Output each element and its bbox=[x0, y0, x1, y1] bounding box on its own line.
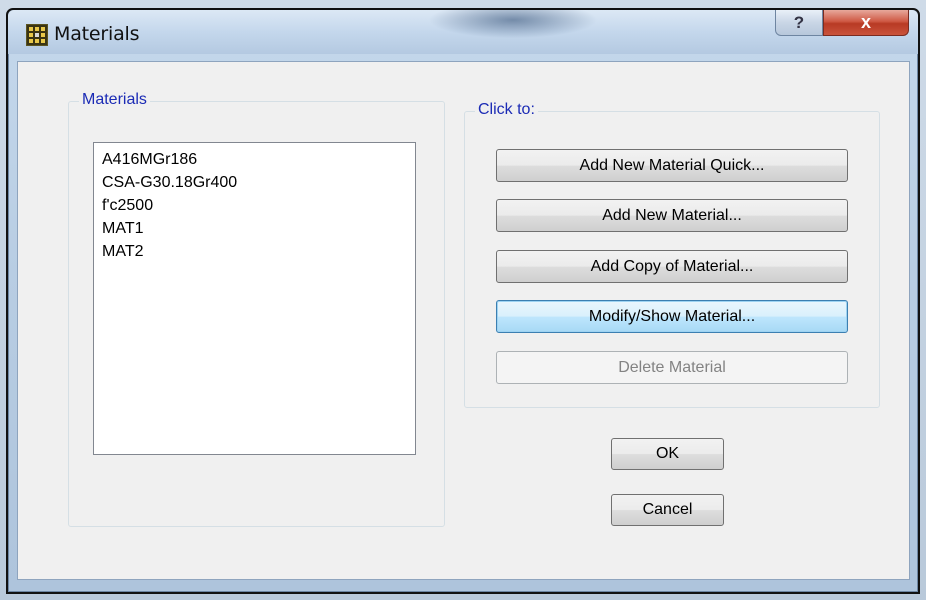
list-item[interactable]: MAT1 bbox=[102, 217, 415, 240]
add-copy-of-material-button[interactable]: Add Copy of Material... bbox=[496, 250, 848, 283]
click-to-group-label: Click to: bbox=[475, 101, 538, 119]
close-icon[interactable]: x bbox=[823, 10, 909, 36]
title-bar[interactable]: Materials ? x bbox=[8, 10, 918, 54]
materials-group-label: Materials bbox=[79, 91, 150, 109]
materials-listbox[interactable]: A416MGr186 CSA-G30.18Gr400 f'c2500 MAT1 … bbox=[93, 142, 416, 455]
cancel-button[interactable]: Cancel bbox=[611, 494, 724, 526]
list-item[interactable]: CSA-G30.18Gr400 bbox=[102, 171, 415, 194]
delete-material-button[interactable]: Delete Material bbox=[496, 351, 848, 384]
list-item[interactable]: f'c2500 bbox=[102, 194, 415, 217]
window-title: Materials bbox=[54, 23, 140, 45]
help-icon[interactable]: ? bbox=[775, 10, 823, 36]
add-new-material-button[interactable]: Add New Material... bbox=[496, 199, 848, 232]
modify-show-material-button[interactable]: Modify/Show Material... bbox=[496, 300, 848, 333]
list-item[interactable]: MAT2 bbox=[102, 240, 415, 263]
ok-button[interactable]: OK bbox=[611, 438, 724, 470]
add-new-material-quick-button[interactable]: Add New Material Quick... bbox=[496, 149, 848, 182]
grid-app-icon bbox=[26, 24, 48, 46]
list-item[interactable]: A416MGr186 bbox=[102, 148, 415, 171]
